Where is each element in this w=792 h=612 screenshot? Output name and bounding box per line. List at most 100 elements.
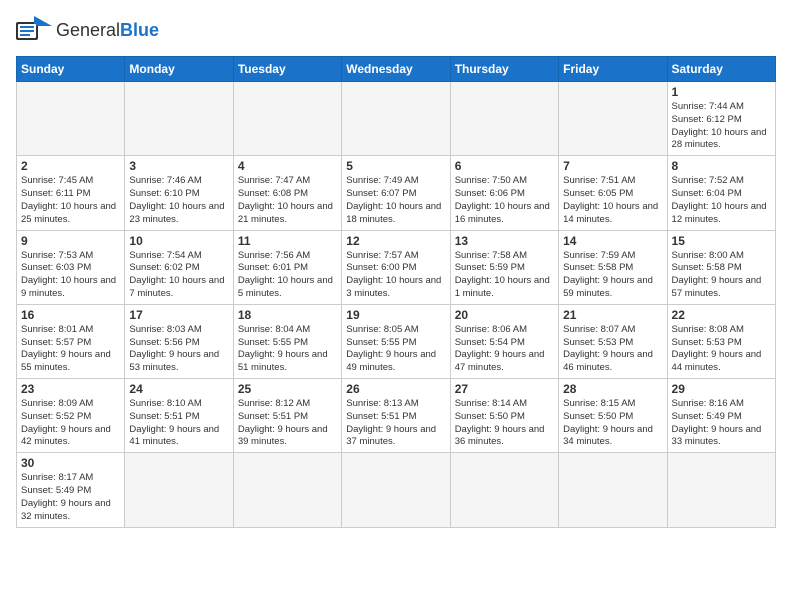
generalblue-logo-icon <box>16 16 52 46</box>
col-monday: Monday <box>125 57 233 82</box>
day-cell: 8 Sunrise: 7:52 AM Sunset: 6:04 PM Daylig… <box>667 156 775 230</box>
day-info: Sunrise: 8:03 AM Sunset: 5:56 PM Dayligh… <box>129 324 228 375</box>
day-cell <box>125 82 233 156</box>
day-number: 26 <box>346 382 445 396</box>
col-wednesday: Wednesday <box>342 57 450 82</box>
day-number: 2 <box>21 159 120 173</box>
col-thursday: Thursday <box>450 57 558 82</box>
day-cell: 30Sunrise: 8:17 AM Sunset: 5:49 PM Dayli… <box>17 453 125 527</box>
week-row-1: 2 Sunrise: 7:45 AM Sunset: 6:11 PM Daylig… <box>17 156 776 230</box>
day-cell: 21 Sunrise: 8:07 AM Sunset: 5:53 PM Dayli… <box>559 304 667 378</box>
day-cell <box>667 453 775 527</box>
day-number: 25 <box>238 382 337 396</box>
day-cell: 19 Sunrise: 8:05 AM Sunset: 5:55 PM Dayli… <box>342 304 450 378</box>
day-cell: 16 Sunrise: 8:01 AM Sunset: 5:57 PM Dayli… <box>17 304 125 378</box>
day-number: 17 <box>129 308 228 322</box>
day-number: 4 <box>238 159 337 173</box>
day-number: 5 <box>346 159 445 173</box>
week-row-2: 9Sunrise: 7:53 AM Sunset: 6:03 PM Daylig… <box>17 230 776 304</box>
day-info: Sunrise: 8:14 AM Sunset: 5:50 PM Dayligh… <box>455 398 554 449</box>
day-number: 3 <box>129 159 228 173</box>
day-number: 20 <box>455 308 554 322</box>
day-cell <box>17 82 125 156</box>
col-tuesday: Tuesday <box>233 57 341 82</box>
week-row-0: 1 Sunrise: 7:44 AM Sunset: 6:12 PM Daylig… <box>17 82 776 156</box>
day-number: 9 <box>21 234 120 248</box>
day-info: Sunrise: 7:52 AM Sunset: 6:04 PM Dayligh… <box>672 175 771 226</box>
day-number: 8 <box>672 159 771 173</box>
day-cell <box>559 82 667 156</box>
week-row-4: 23 Sunrise: 8:09 AM Sunset: 5:52 PM Dayli… <box>17 379 776 453</box>
day-info: Sunrise: 7:51 AM Sunset: 6:05 PM Dayligh… <box>563 175 662 226</box>
day-cell: 3Sunrise: 7:46 AM Sunset: 6:10 PM Daylig… <box>125 156 233 230</box>
day-number: 13 <box>455 234 554 248</box>
days-header-row: Sunday Monday Tuesday Wednesday Thursday… <box>17 57 776 82</box>
day-info: Sunrise: 8:04 AM Sunset: 5:55 PM Dayligh… <box>238 324 337 375</box>
day-number: 16 <box>21 308 120 322</box>
day-info: Sunrise: 8:08 AM Sunset: 5:53 PM Dayligh… <box>672 324 771 375</box>
header: GeneralBlue <box>16 16 776 46</box>
day-number: 18 <box>238 308 337 322</box>
day-info: Sunrise: 7:54 AM Sunset: 6:02 PM Dayligh… <box>129 250 228 301</box>
day-info: Sunrise: 8:07 AM Sunset: 5:53 PM Dayligh… <box>563 324 662 375</box>
day-cell: 23 Sunrise: 8:09 AM Sunset: 5:52 PM Dayli… <box>17 379 125 453</box>
day-info: Sunrise: 7:44 AM Sunset: 6:12 PM Dayligh… <box>672 101 771 152</box>
day-cell: 13Sunrise: 7:58 AM Sunset: 5:59 PM Dayli… <box>450 230 558 304</box>
day-cell <box>233 453 341 527</box>
week-row-3: 16 Sunrise: 8:01 AM Sunset: 5:57 PM Dayli… <box>17 304 776 378</box>
day-info: Sunrise: 8:05 AM Sunset: 5:55 PM Dayligh… <box>346 324 445 375</box>
day-cell: 14 Sunrise: 7:59 AM Sunset: 5:58 PM Dayli… <box>559 230 667 304</box>
day-cell <box>559 453 667 527</box>
day-number: 24 <box>129 382 228 396</box>
day-info: Sunrise: 7:59 AM Sunset: 5:58 PM Dayligh… <box>563 250 662 301</box>
day-info: Sunrise: 7:57 AM Sunset: 6:00 PM Dayligh… <box>346 250 445 301</box>
day-cell: 28 Sunrise: 8:15 AM Sunset: 5:50 PM Dayli… <box>559 379 667 453</box>
day-cell: 10Sunrise: 7:54 AM Sunset: 6:02 PM Dayli… <box>125 230 233 304</box>
day-number: 6 <box>455 159 554 173</box>
day-number: 28 <box>563 382 662 396</box>
day-info: Sunrise: 8:10 AM Sunset: 5:51 PM Dayligh… <box>129 398 228 449</box>
day-info: Sunrise: 7:49 AM Sunset: 6:07 PM Dayligh… <box>346 175 445 226</box>
day-info: Sunrise: 8:16 AM Sunset: 5:49 PM Dayligh… <box>672 398 771 449</box>
calendar: Sunday Monday Tuesday Wednesday Thursday… <box>16 56 776 528</box>
day-cell: 11Sunrise: 7:56 AM Sunset: 6:01 PM Dayli… <box>233 230 341 304</box>
day-cell: 25 Sunrise: 8:12 AM Sunset: 5:51 PM Dayli… <box>233 379 341 453</box>
day-number: 29 <box>672 382 771 396</box>
day-info: Sunrise: 8:12 AM Sunset: 5:51 PM Dayligh… <box>238 398 337 449</box>
day-cell <box>342 453 450 527</box>
day-info: Sunrise: 7:47 AM Sunset: 6:08 PM Dayligh… <box>238 175 337 226</box>
day-info: Sunrise: 8:15 AM Sunset: 5:50 PM Dayligh… <box>563 398 662 449</box>
day-info: Sunrise: 7:45 AM Sunset: 6:11 PM Dayligh… <box>21 175 120 226</box>
day-cell: 29 Sunrise: 8:16 AM Sunset: 5:49 PM Dayli… <box>667 379 775 453</box>
day-cell <box>233 82 341 156</box>
day-number: 12 <box>346 234 445 248</box>
day-cell: 24 Sunrise: 8:10 AM Sunset: 5:51 PM Dayli… <box>125 379 233 453</box>
col-sunday: Sunday <box>17 57 125 82</box>
day-cell: 15Sunrise: 8:00 AM Sunset: 5:58 PM Dayli… <box>667 230 775 304</box>
day-info: Sunrise: 8:09 AM Sunset: 5:52 PM Dayligh… <box>21 398 120 449</box>
day-info: Sunrise: 8:13 AM Sunset: 5:51 PM Dayligh… <box>346 398 445 449</box>
day-number: 7 <box>563 159 662 173</box>
day-info: Sunrise: 8:17 AM Sunset: 5:49 PM Dayligh… <box>21 472 120 523</box>
day-cell: 12 Sunrise: 7:57 AM Sunset: 6:00 PM Dayli… <box>342 230 450 304</box>
day-cell: 17 Sunrise: 8:03 AM Sunset: 5:56 PM Dayli… <box>125 304 233 378</box>
day-number: 14 <box>563 234 662 248</box>
day-info: Sunrise: 7:56 AM Sunset: 6:01 PM Dayligh… <box>238 250 337 301</box>
day-info: Sunrise: 8:06 AM Sunset: 5:54 PM Dayligh… <box>455 324 554 375</box>
day-number: 21 <box>563 308 662 322</box>
day-number: 19 <box>346 308 445 322</box>
logo-text: GeneralBlue <box>56 21 159 41</box>
day-cell: 26 Sunrise: 8:13 AM Sunset: 5:51 PM Dayli… <box>342 379 450 453</box>
day-info: Sunrise: 8:00 AM Sunset: 5:58 PM Dayligh… <box>672 250 771 301</box>
day-cell: 4 Sunrise: 7:47 AM Sunset: 6:08 PM Daylig… <box>233 156 341 230</box>
day-info: Sunrise: 8:01 AM Sunset: 5:57 PM Dayligh… <box>21 324 120 375</box>
day-cell <box>342 82 450 156</box>
day-cell: 9Sunrise: 7:53 AM Sunset: 6:03 PM Daylig… <box>17 230 125 304</box>
day-cell: 18 Sunrise: 8:04 AM Sunset: 5:55 PM Dayli… <box>233 304 341 378</box>
day-number: 1 <box>672 85 771 99</box>
day-cell: 22Sunrise: 8:08 AM Sunset: 5:53 PM Dayli… <box>667 304 775 378</box>
day-number: 23 <box>21 382 120 396</box>
logo: GeneralBlue <box>16 16 159 46</box>
day-cell: 27Sunrise: 8:14 AM Sunset: 5:50 PM Dayli… <box>450 379 558 453</box>
day-cell <box>125 453 233 527</box>
